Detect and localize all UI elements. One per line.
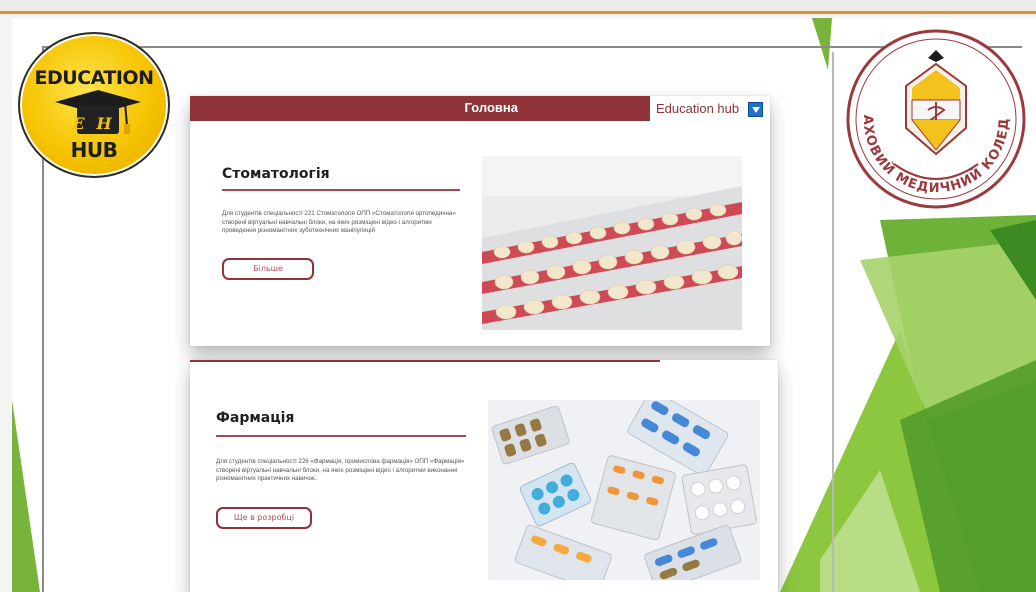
nav-home-link[interactable]: Головна <box>465 100 518 115</box>
pill-blisters-image <box>488 400 760 580</box>
top-strip <box>0 0 1036 14</box>
eh-logo-top-text: EDUCATION <box>34 67 154 89</box>
title-underline <box>222 189 460 191</box>
card-title: Фармація <box>216 410 295 426</box>
dental-teeth-photo <box>482 156 742 330</box>
title-underline <box>216 435 466 437</box>
navbar: Головна <box>190 96 650 121</box>
eh-logo-initials: EH <box>72 114 124 133</box>
triangle-down-icon[interactable] <box>748 102 763 117</box>
in-development-button[interactable]: Ще в розробці <box>216 507 312 529</box>
dentistry-card: Головна Education hub Стоматологія Для с… <box>190 96 770 346</box>
education-hub-logo: EDUCATION EH HUB <box>18 32 170 178</box>
slide-frame-right <box>832 52 834 592</box>
pharmacy-card: Фармація Для студентів спеціальності 226… <box>190 360 778 592</box>
card-top-line <box>190 360 660 362</box>
eh-logo-bottom-text: HUB <box>70 138 118 162</box>
pill-blisters-photo <box>488 400 760 580</box>
nav-education-hub-link[interactable]: Education hub <box>656 101 739 116</box>
more-button[interactable]: Більше <box>222 258 314 280</box>
medical-college-logo: ФАХОВИЙ МЕДИЧНИЙ КОЛЕДЖ <box>842 24 1026 209</box>
card-title: Стоматологія <box>222 166 330 182</box>
card-description: Для студентів спеціальності 226 «Фармаці… <box>216 458 465 483</box>
card-description: Для студентів спеціальності 221 Стоматол… <box>222 210 456 235</box>
dental-teeth-image <box>482 156 742 330</box>
